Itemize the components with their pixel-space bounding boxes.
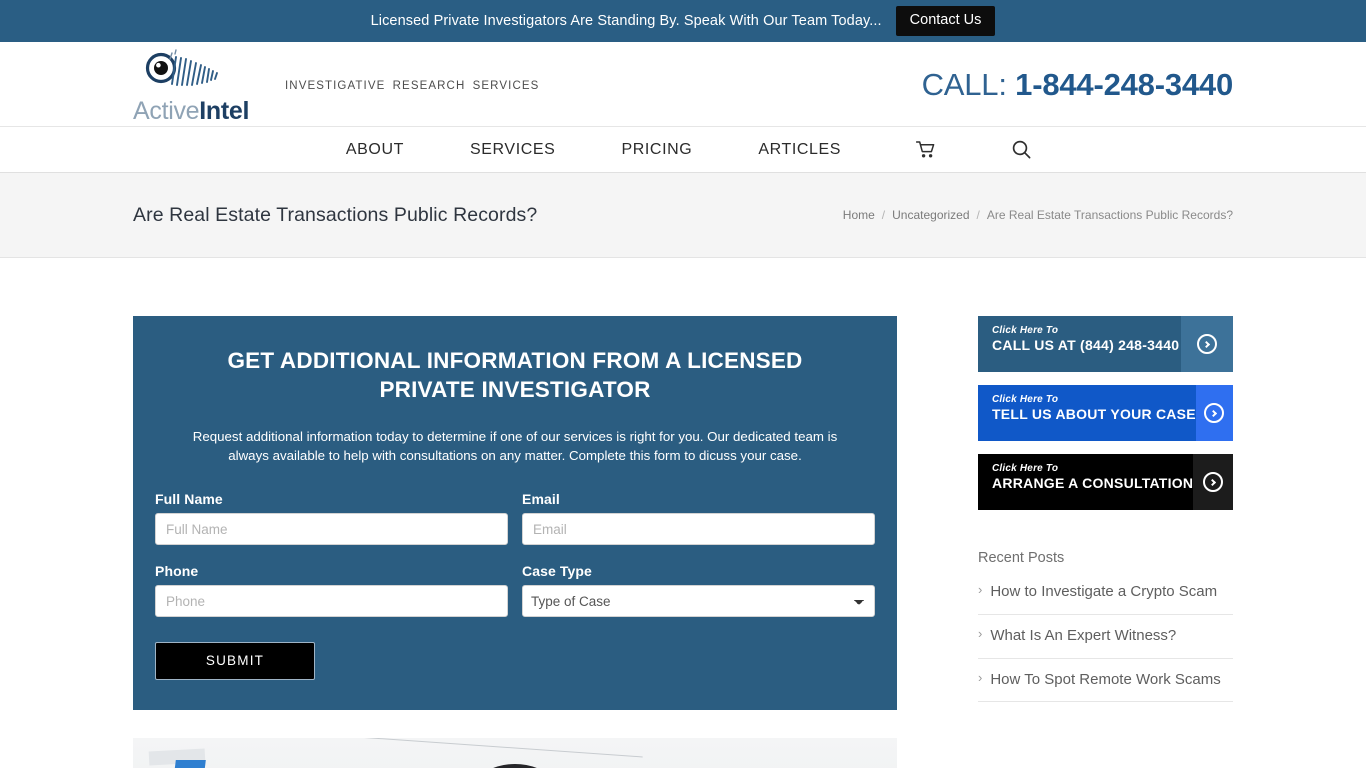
- cta-arrange-text: Click Here To ARRANGE A CONSULTATION: [978, 454, 1193, 510]
- article-featured-image: [133, 738, 897, 768]
- recent-posts-title: Recent Posts: [978, 550, 1065, 566]
- phone-label: Phone: [155, 563, 199, 580]
- form-row-1: Full Name Email: [155, 491, 875, 546]
- recent-post-link[interactable]: How To Spot Remote Work Scams: [990, 669, 1220, 691]
- cta-call-us-text: Click Here To CALL US AT (844) 248-3440: [978, 316, 1181, 372]
- field-email: Email: [522, 491, 875, 546]
- email-input[interactable]: [522, 513, 875, 546]
- chevron-right-icon: ›: [978, 582, 983, 597]
- lead-capture-form: GET ADDITIONAL INFORMATION FROM A LICENS…: [133, 316, 897, 711]
- cta-main-label: CALL US AT (844) 248-3440: [992, 337, 1180, 354]
- full-name-label: Full Name: [155, 491, 223, 508]
- shopping-cart-icon[interactable]: [894, 140, 958, 159]
- breadcrumb-category[interactable]: Uncategorized: [892, 208, 969, 222]
- recent-post-link[interactable]: How to Investigate a Crypto Scam: [990, 581, 1217, 603]
- list-item[interactable]: › How To Spot Remote Work Scams: [978, 659, 1233, 703]
- form-fields: Full Name Email Phone Case Type: [155, 491, 875, 681]
- chevron-right-icon: ›: [978, 625, 983, 641]
- chevron-right-circle-icon: [1195, 385, 1233, 441]
- logo-word-active: Active: [133, 96, 200, 125]
- header-phone[interactable]: CALL: 1-844-248-3440: [921, 67, 1234, 103]
- submit-button[interactable]: SUBMIT: [155, 642, 315, 681]
- email-label: Email: [522, 491, 560, 508]
- photo-detail-blue-object: [170, 760, 206, 768]
- breadcrumb-current: Are Real Estate Transactions Public Reco…: [986, 208, 1233, 222]
- cta-tell-us-about-your-case[interactable]: Click Here To TELL US ABOUT YOUR CASE: [978, 385, 1233, 441]
- cta-kicker: Click Here To: [992, 394, 1059, 405]
- sidebar: Click Here To CALL US AT (844) 248-3440 …: [978, 258, 1233, 768]
- cta-call-us[interactable]: Click Here To CALL US AT (844) 248-3440: [978, 316, 1233, 372]
- call-label: CALL:: [921, 67, 1016, 102]
- breadcrumb-home[interactable]: Home: [843, 208, 875, 222]
- announcement-bar: Licensed Private Investigators Are Stand…: [0, 0, 1366, 42]
- site-logo[interactable]: ActiveIntel: [133, 48, 263, 125]
- main-column: GET ADDITIONAL INFORMATION FROM A LICENS…: [133, 258, 897, 768]
- announcement-text: Licensed Private Investigators Are Stand…: [370, 13, 882, 29]
- cta-arrange-a-consultation[interactable]: Click Here To ARRANGE A CONSULTATION: [978, 454, 1233, 510]
- list-item[interactable]: › What Is An Expert Witness?: [978, 615, 1233, 659]
- breadcrumb-separator: /: [976, 208, 980, 222]
- case-type-label: Case Type: [522, 563, 592, 580]
- full-name-input[interactable]: [155, 513, 508, 546]
- nav-item-articles[interactable]: ARTICLES: [725, 141, 874, 158]
- breadcrumb: Home / Uncategorized / Are Real Estate T…: [843, 208, 1233, 222]
- chevron-right-circle-icon: [1181, 316, 1233, 372]
- chevron-right-circle-icon: [1193, 454, 1233, 510]
- header-tagline: INVESTIGATIVE RESEARCH SERVICES: [285, 80, 540, 92]
- list-item[interactable]: › How to Investigate a Crypto Scam: [978, 575, 1233, 615]
- nav-item-services[interactable]: SERVICES: [437, 141, 588, 158]
- recent-posts-list: › How to Investigate a Crypto Scam › Wha…: [978, 575, 1233, 703]
- nav-item-pricing[interactable]: PRICING: [588, 141, 725, 158]
- search-icon[interactable]: [990, 140, 1053, 159]
- form-heading: GET ADDITIONAL INFORMATION FROM A LICENS…: [227, 348, 803, 402]
- form-row-2: Phone Case Type Type of Case: [155, 563, 875, 618]
- nav-item-about[interactable]: ABOUT: [313, 141, 437, 158]
- chevron-right-icon: ›: [978, 669, 983, 685]
- logo-wordmark: ActiveIntel: [133, 96, 263, 125]
- breadcrumb-separator: /: [881, 208, 886, 222]
- logo-word-intel: Intel: [199, 96, 250, 125]
- cta-tell-us-text: Click Here To TELL US ABOUT YOUR CASE: [978, 385, 1196, 441]
- form-description: Request additional information today to …: [192, 428, 838, 463]
- field-full-name: Full Name: [155, 491, 508, 546]
- site-header: ActiveIntel INVESTIGATIVE RESEARCH SERVI…: [0, 42, 1366, 126]
- call-number[interactable]: 1-844-248-3440: [1015, 67, 1233, 102]
- field-case-type: Case Type Type of Case: [522, 563, 875, 618]
- field-phone: Phone: [155, 563, 508, 618]
- primary-navigation: ABOUT SERVICES PRICING ARTICLES: [0, 126, 1366, 173]
- photo-detail-lens: [457, 764, 573, 768]
- case-type-select[interactable]: Type of Case: [522, 585, 875, 618]
- page-title-band: Are Real Estate Transactions Public Reco…: [0, 173, 1366, 258]
- contact-us-button[interactable]: Contact Us: [895, 6, 996, 36]
- recent-posts-widget: Recent Posts › How to Investigate a Cryp…: [978, 550, 1233, 703]
- page-title: Are Real Estate Transactions Public Reco…: [133, 203, 538, 226]
- recent-post-link[interactable]: What Is An Expert Witness?: [990, 625, 1176, 647]
- cta-kicker: Click Here To: [992, 463, 1059, 474]
- cta-main-label: TELL US ABOUT YOUR CASE: [992, 406, 1196, 423]
- cta-kicker: Click Here To: [992, 325, 1059, 336]
- photo-detail-wire: [343, 738, 643, 758]
- cta-main-label: ARRANGE A CONSULTATION: [992, 475, 1194, 492]
- phone-input[interactable]: [155, 585, 508, 618]
- page-content: GET ADDITIONAL INFORMATION FROM A LICENS…: [0, 258, 1366, 768]
- eye-shutter-icon: [141, 48, 263, 98]
